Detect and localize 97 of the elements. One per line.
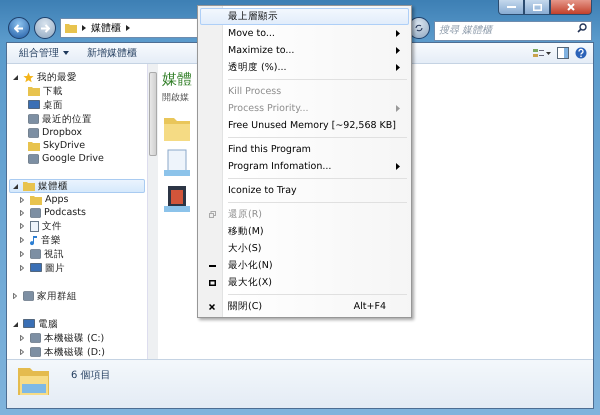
tree-item[interactable]: 我的最愛: [9, 70, 145, 84]
item-icon: [28, 128, 39, 138]
document-icon: [30, 220, 39, 232]
breadcrumb[interactable]: 媒體櫃: [91, 21, 121, 35]
arrow-left-icon: [14, 24, 24, 32]
arrow-right-icon: [40, 24, 50, 32]
collapsed-triangle-icon[interactable]: [20, 210, 24, 216]
menu-item[interactable]: 大小(S): [200, 240, 409, 257]
folder-icon: [28, 140, 40, 150]
tree-item[interactable]: 視訊: [9, 247, 145, 261]
minimize-icon: [506, 6, 516, 8]
collapsed-triangle-icon[interactable]: [20, 265, 24, 271]
menu-item[interactable]: Find this Program: [200, 141, 409, 158]
item-icon: [30, 249, 41, 259]
expanded-triangle-icon[interactable]: [13, 184, 18, 188]
tree-item[interactable]: SkyDrive: [9, 139, 145, 152]
minimize-icon: [208, 264, 216, 266]
item-icon: [30, 208, 41, 218]
expanded-triangle-icon[interactable]: [13, 322, 18, 326]
menu-item[interactable]: Maximize to...: [200, 42, 409, 59]
monitor-icon: [23, 319, 35, 329]
back-button[interactable]: [8, 17, 30, 39]
tree-item[interactable]: 最近的位置: [9, 112, 145, 126]
maximize-icon: [532, 4, 542, 10]
library-subtitle: 開啟媒: [162, 92, 189, 104]
search-icon: [577, 23, 587, 33]
menu-item[interactable]: Move to...: [200, 25, 409, 42]
collapsed-triangle-icon[interactable]: [20, 349, 24, 355]
collapsed-triangle-icon[interactable]: [20, 237, 24, 243]
help-icon[interactable]: [575, 47, 587, 59]
tree-item[interactable]: 本機磁碟 (D:): [9, 345, 145, 359]
tree-item[interactable]: Apps: [9, 193, 145, 206]
tree-item[interactable]: 圖片: [9, 261, 145, 275]
maximize-button[interactable]: [524, 0, 550, 15]
tree-item[interactable]: 媒體櫃: [9, 179, 145, 193]
folder-icon: [23, 181, 35, 191]
item-icon: [30, 333, 41, 343]
scrollbar[interactable]: [147, 64, 158, 359]
collapsed-triangle-icon[interactable]: [13, 293, 17, 299]
item-icon: [23, 291, 34, 301]
menu-item[interactable]: 最大化(X): [200, 274, 409, 291]
close-icon: [567, 3, 575, 11]
folder-icon: [65, 23, 77, 33]
close-button[interactable]: [550, 0, 592, 15]
library-title: 媒體: [162, 70, 192, 89]
star-icon: [23, 72, 34, 82]
tree-item[interactable]: 文件: [9, 219, 145, 233]
tree-item[interactable]: Dropbox: [9, 126, 145, 139]
menu-item[interactable]: 關閉(C) Alt+F4: [200, 298, 409, 315]
monitor-icon: [28, 100, 40, 110]
collapsed-triangle-icon[interactable]: [20, 251, 24, 257]
menu-item[interactable]: Free Unused Memory [~92,568 KB]: [200, 117, 409, 134]
restore-icon: [208, 211, 216, 218]
tree-item[interactable]: 音樂: [9, 233, 145, 247]
forward-button[interactable]: [34, 17, 56, 39]
close-icon: [209, 304, 215, 310]
submenu-arrow-icon: [396, 30, 400, 37]
tree-item[interactable]: 本機磁碟 (C:): [9, 331, 145, 345]
item-icon: [28, 154, 39, 164]
tree-item[interactable]: 桌面: [9, 98, 145, 112]
tree-item[interactable]: 家用群組: [9, 289, 145, 303]
submenu-arrow-icon: [396, 105, 400, 112]
chevron-right-icon[interactable]: [126, 25, 130, 31]
collapsed-triangle-icon[interactable]: [20, 223, 24, 229]
collapsed-triangle-icon[interactable]: [20, 196, 24, 202]
monitor-icon: [30, 263, 42, 273]
item-icon: [28, 114, 39, 124]
search-field[interactable]: 搜尋 媒體櫃: [434, 20, 592, 40]
menu-item[interactable]: 透明度 (%)...: [200, 59, 409, 76]
menu-item[interactable]: Program Infomation...: [200, 158, 409, 175]
collapsed-triangle-icon[interactable]: [20, 335, 24, 341]
caret-icon: [63, 51, 69, 55]
music-note-icon: [30, 234, 38, 246]
tree-item[interactable]: 下載: [9, 84, 145, 98]
submenu-arrow-icon: [396, 163, 400, 170]
preview-pane-icon[interactable]: [557, 47, 569, 59]
item-icon: [30, 347, 41, 357]
folder-icon: [28, 86, 40, 96]
view-options-icon[interactable]: [533, 48, 551, 58]
refresh-icon: [414, 23, 424, 33]
maximize-icon: [208, 280, 216, 286]
submenu-arrow-icon: [396, 64, 400, 71]
expanded-triangle-icon[interactable]: [13, 74, 18, 80]
menu-item[interactable]: 最小化(N): [200, 257, 409, 274]
tree-item[interactable]: 電腦: [9, 317, 145, 331]
submenu-arrow-icon: [396, 47, 400, 54]
chevron-right-icon[interactable]: [82, 25, 86, 31]
menu-item[interactable]: Iconize to Tray: [200, 182, 409, 199]
item-count: 6 個項目: [71, 369, 111, 382]
minimize-button[interactable]: [498, 0, 524, 15]
menu-item[interactable]: 移動(M): [200, 223, 409, 240]
tree-item[interactable]: Google Drive: [9, 152, 145, 165]
toolbar-button[interactable]: 組合管理: [13, 44, 75, 62]
tree-item[interactable]: Podcasts: [9, 206, 145, 219]
menu-item[interactable]: 最上層顯示: [200, 8, 409, 25]
film-icon[interactable]: [162, 184, 192, 214]
toolbar-button[interactable]: 新增媒體櫃: [81, 44, 143, 62]
